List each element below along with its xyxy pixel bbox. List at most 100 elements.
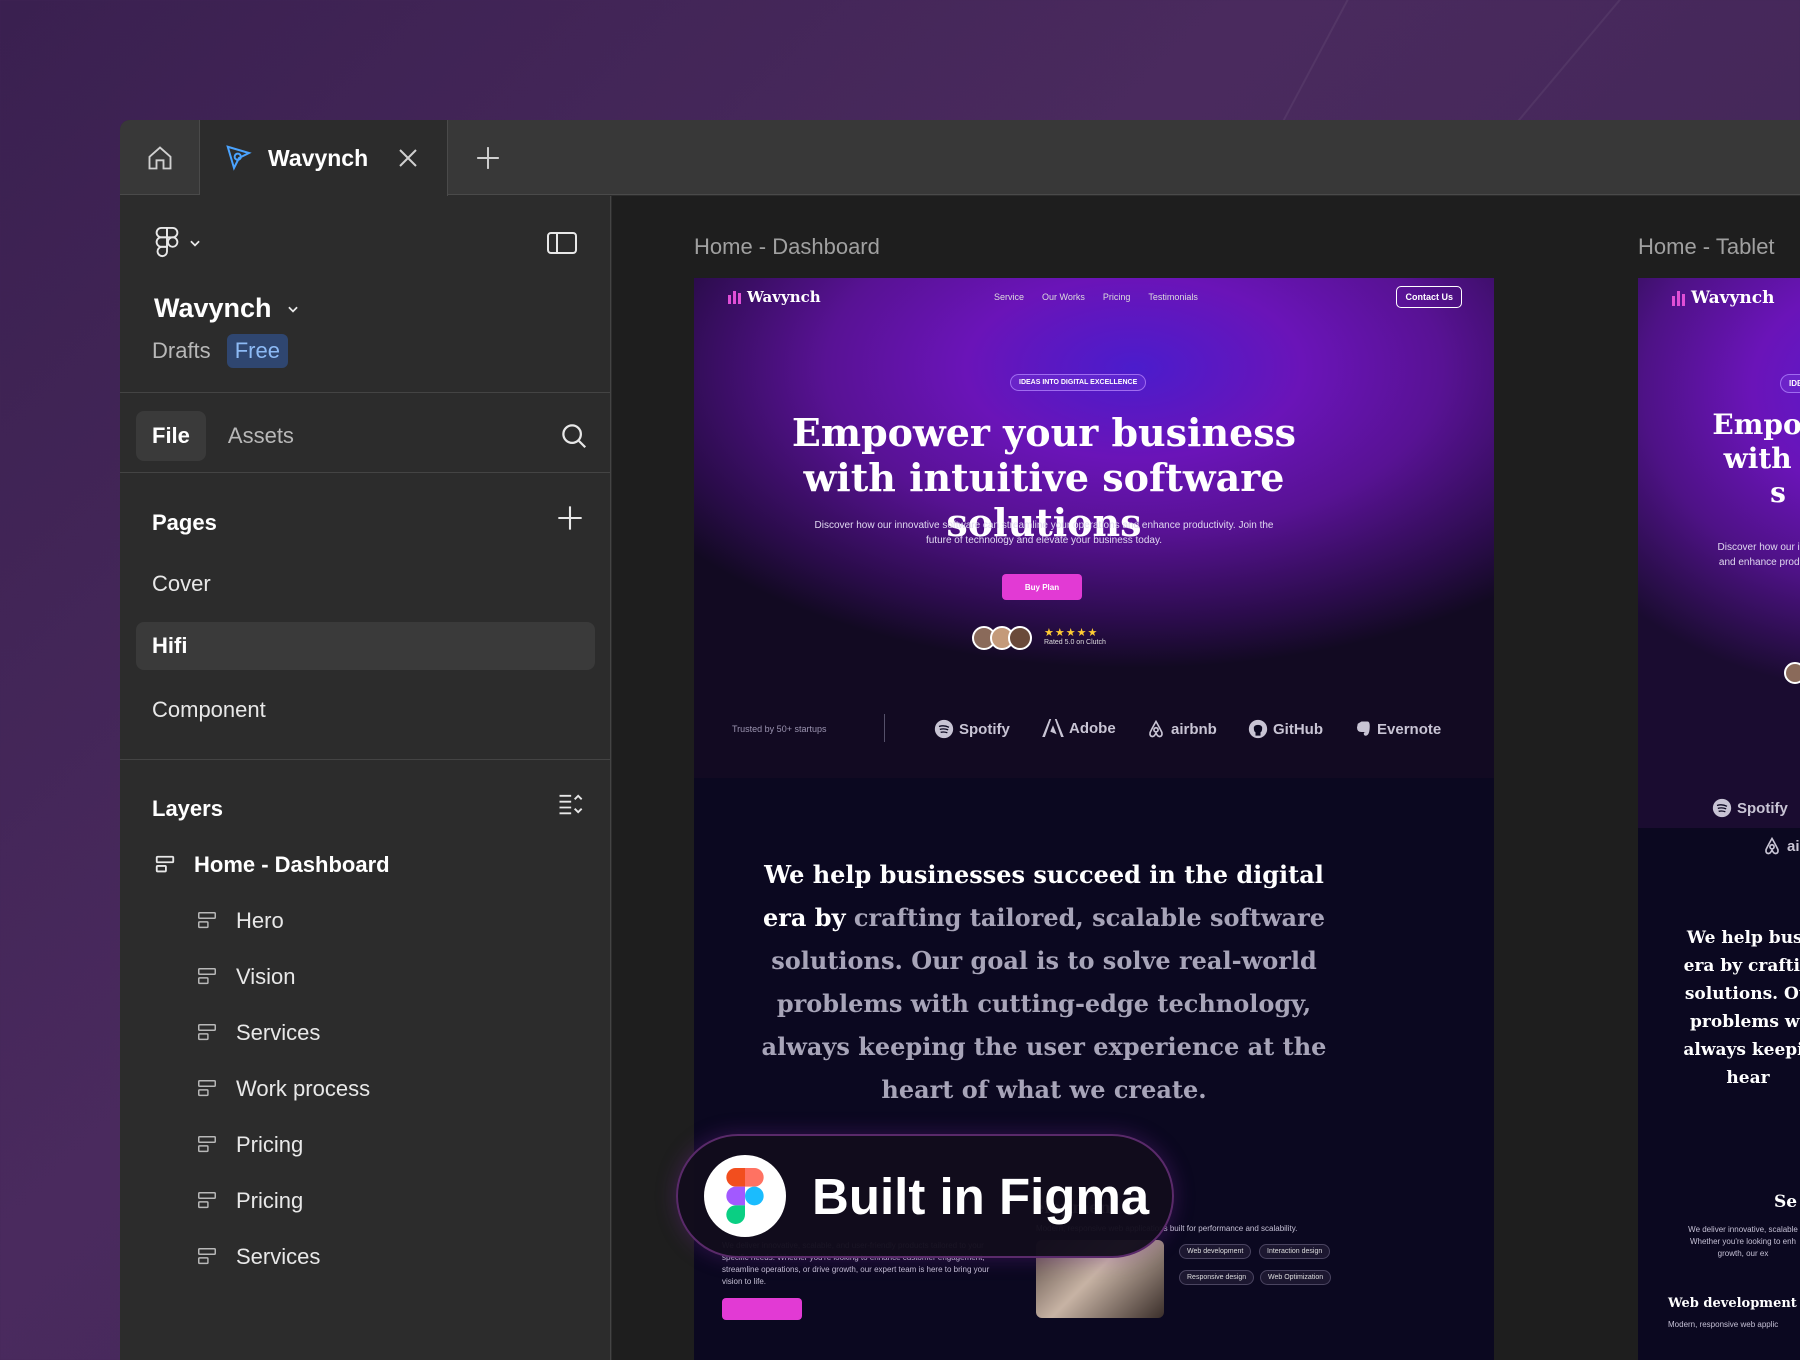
divider	[120, 392, 610, 393]
layer-services[interactable]: Services	[196, 1020, 320, 1046]
sidebar-panel-icon	[547, 232, 577, 254]
services-line: Whether you're looking to enh	[1689, 1237, 1797, 1246]
logo-bars-icon	[728, 290, 741, 304]
evernote-logo-icon	[1357, 721, 1370, 736]
left-sidebar: Wavynch Drafts Free File Assets Pages Co…	[120, 196, 611, 1360]
subtext-line: Discover how our inno	[1717, 542, 1800, 553]
vision-statement: We help busi era by craftin solutions. O…	[1668, 924, 1800, 1092]
chevron-down-icon	[190, 240, 200, 247]
logo-bars-icon	[1672, 290, 1685, 306]
toggle-ui-button[interactable]	[546, 230, 578, 261]
hero-headline: Empowe with in s	[1678, 408, 1800, 510]
hero-pill: IDE	[1780, 374, 1800, 393]
layers-title: Layers	[152, 796, 223, 821]
vision-statement: We help businesses succeed in the digita…	[754, 853, 1334, 1111]
layer-label: Work process	[236, 1076, 371, 1101]
brand-spotify: Spotify	[1712, 798, 1788, 818]
nav-link-testimonials: Testimonials	[1148, 292, 1198, 302]
web-development-title: Web development	[1668, 1296, 1797, 1311]
page-item-cover[interactable]: Cover	[136, 560, 595, 608]
main-menu-button[interactable]	[154, 226, 202, 260]
avatar	[1008, 626, 1032, 650]
brand-name: Adobe	[1069, 719, 1116, 737]
layer-label: Services	[236, 1244, 321, 1269]
services-description: We deliver innovative, scalable Whether …	[1668, 1224, 1800, 1260]
vision-line: era by craftin	[1683, 956, 1800, 976]
collapse-layers-icon	[559, 794, 583, 815]
layer-hero[interactable]: Hero	[196, 908, 284, 934]
drafts-label[interactable]: Drafts	[152, 338, 211, 364]
section-frame-icon	[198, 968, 216, 985]
nav-link-service: Service	[994, 292, 1025, 302]
hero-subtext: Discover how our innovative software can…	[814, 520, 1274, 546]
section-frame-icon	[155, 855, 175, 873]
logo-text: Wavynch	[747, 288, 821, 306]
tab-file[interactable]: File	[136, 411, 206, 461]
layer-vision[interactable]: Vision	[196, 964, 296, 990]
nav-link-our-works: Our Works	[1042, 292, 1085, 302]
brand-spotify: Spotify	[934, 719, 1010, 739]
new-tab-button[interactable]	[448, 120, 528, 195]
airbnb-logo-icon	[1765, 836, 1779, 855]
trusted-text: Trusted by 50+ startups	[732, 724, 827, 734]
services-line: We deliver innovative, scalable	[1688, 1225, 1798, 1234]
tab-bar: Wavynch	[120, 120, 1800, 196]
frame-home-tablet[interactable]: Wavynch IDE Empowe with in s Discover ho…	[1638, 278, 1800, 1360]
services-title: Se	[1774, 1192, 1798, 1212]
file-tab[interactable]: Wavynch	[200, 120, 448, 196]
logo-text: Wavynch	[1691, 288, 1775, 308]
section-frame-icon	[198, 1192, 216, 1209]
service-tag: Interaction design	[1259, 1244, 1331, 1259]
rating-text: Rated 5.0 on Clutch	[1044, 639, 1106, 646]
built-in-figma-badge: Built in Figma	[676, 1134, 1174, 1258]
section-frame-icon	[198, 912, 216, 929]
contact-button: Contact Us	[1396, 286, 1462, 308]
spotify-logo-icon	[1712, 798, 1732, 818]
layer-pricing[interactable]: Pricing	[196, 1132, 303, 1158]
plus-icon	[477, 146, 499, 169]
brand-name: Evernote	[1377, 720, 1442, 738]
site-logo: Wavynch	[1672, 288, 1774, 308]
layer-home-dashboard[interactable]: Home - Dashboard	[154, 852, 390, 878]
divider	[884, 714, 885, 742]
layer-pricing[interactable]: Pricing	[196, 1188, 303, 1214]
close-icon	[399, 149, 417, 167]
site-logo: Wavynch	[728, 288, 821, 306]
plus-icon	[558, 506, 582, 530]
brand-name: Spotify	[959, 720, 1010, 738]
home-tab[interactable]	[120, 120, 200, 195]
divider	[120, 759, 610, 760]
services-line: growth, our ex	[1717, 1249, 1769, 1258]
search-button[interactable]	[559, 421, 589, 456]
brand-name: airbnb	[1171, 720, 1217, 738]
brand-adobe: Adobe	[1042, 719, 1116, 737]
close-tab-button[interactable]	[396, 146, 420, 170]
nav-link-pricing: Pricing	[1102, 292, 1131, 302]
nav-links: Service Our Works Pricing Testimonials	[994, 292, 1198, 302]
page-item-component[interactable]: Component	[136, 686, 595, 734]
collapse-layers-button[interactable]	[556, 790, 584, 823]
pages-title: Pages	[152, 510, 217, 535]
web-development-subtext: Modern, responsive web applic	[1668, 1320, 1779, 1329]
layer-work-process[interactable]: Work process	[196, 1076, 370, 1102]
layer-label: Services	[236, 1020, 321, 1045]
vision-line: problems wi	[1690, 1012, 1800, 1032]
tab-assets[interactable]: Assets	[206, 411, 316, 461]
service-tag: Web development	[1179, 1244, 1252, 1259]
layer-label: Hero	[236, 908, 284, 933]
layer-services[interactable]: Services	[196, 1244, 320, 1270]
page-item-hifi[interactable]: Hifi	[136, 622, 595, 670]
avatar-group	[972, 626, 1032, 650]
frame-label-dashboard[interactable]: Home - Dashboard	[694, 234, 880, 260]
project-switcher[interactable]: Wavynch	[154, 293, 300, 324]
add-page-button[interactable]	[556, 504, 584, 537]
figma-logo-icon	[155, 226, 179, 258]
hero-pill: IDEAS INTO DIGITAL EXCELLENCE	[1010, 374, 1147, 391]
badge-text: Built in Figma	[812, 1167, 1150, 1225]
vision-line: solutions. Ou	[1684, 984, 1800, 1004]
service-tag: Web Optimization	[1260, 1270, 1332, 1285]
project-name: Wavynch	[154, 293, 272, 323]
plan-badge[interactable]: Free	[226, 334, 288, 368]
layer-label: Pricing	[236, 1188, 304, 1213]
frame-label-tablet[interactable]: Home - Tablet	[1638, 234, 1775, 260]
